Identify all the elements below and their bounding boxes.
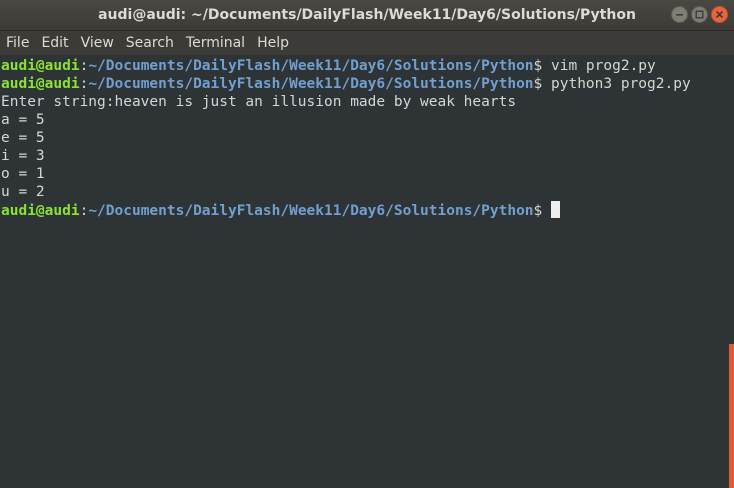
menu-terminal[interactable]: Terminal [180, 31, 251, 55]
prompt-symbol: $ [533, 76, 551, 92]
prompt-separator: : [79, 76, 89, 92]
scrollbar-thumb[interactable] [729, 344, 734, 488]
maximize-button[interactable] [691, 6, 708, 23]
maximize-icon [695, 10, 704, 19]
window-title: audi@audi: ~/Documents/DailyFlash/Week11… [98, 7, 636, 23]
terminal-window: audi@audi: ~/Documents/DailyFlash/Week11… [0, 0, 734, 488]
scrollbar[interactable] [729, 55, 734, 488]
output-line: u = 2 [1, 184, 45, 200]
output-line: e = 5 [1, 130, 45, 146]
prompt-path: ~/Documents/DailyFlash/Week11/Day6/Solut… [88, 76, 534, 92]
output-line: i = 3 [1, 148, 45, 164]
prompt-line: audi@audi:~/Documents/DailyFlash/Week11/… [1, 201, 729, 219]
title-bar[interactable]: audi@audi: ~/Documents/DailyFlash/Week11… [0, 0, 734, 31]
prompt-path: ~/Documents/DailyFlash/Week11/Day6/Solut… [88, 58, 534, 74]
menu-help[interactable]: Help [251, 31, 295, 55]
output-line: a = 5 [1, 112, 45, 128]
prompt-user: audi@audi [1, 76, 80, 92]
prompt-path: ~/Documents/DailyFlash/Week11/Day6/Solut… [88, 203, 534, 219]
menu-view[interactable]: View [75, 31, 120, 55]
output-line: o = 1 [1, 166, 45, 182]
prompt-user: audi@audi [1, 58, 80, 74]
command-text: python3 prog2.py [551, 76, 691, 92]
menu-search[interactable]: Search [120, 31, 180, 55]
text-cursor [551, 201, 560, 218]
output-line: Enter string:heaven is just an illusion … [1, 94, 517, 110]
prompt-separator: : [79, 58, 89, 74]
prompt-line: audi@audi:~/Documents/DailyFlash/Week11/… [1, 75, 729, 93]
menu-edit[interactable]: Edit [35, 31, 74, 55]
prompt-user: audi@audi [1, 203, 80, 219]
close-button[interactable] [711, 6, 728, 23]
close-icon [715, 10, 724, 19]
prompt-separator: : [79, 203, 89, 219]
prompt-symbol: $ [533, 58, 551, 74]
command-text: vim prog2.py [551, 58, 656, 74]
minimize-icon [676, 14, 683, 16]
menu-bar: File Edit View Search Terminal Help [0, 31, 734, 55]
minimize-button[interactable] [671, 6, 688, 23]
terminal-output[interactable]: audi@audi:~/Documents/DailyFlash/Week11/… [0, 55, 729, 488]
prompt-line: audi@audi:~/Documents/DailyFlash/Week11/… [1, 57, 729, 75]
menu-file[interactable]: File [0, 31, 35, 55]
prompt-symbol: $ [533, 203, 551, 219]
